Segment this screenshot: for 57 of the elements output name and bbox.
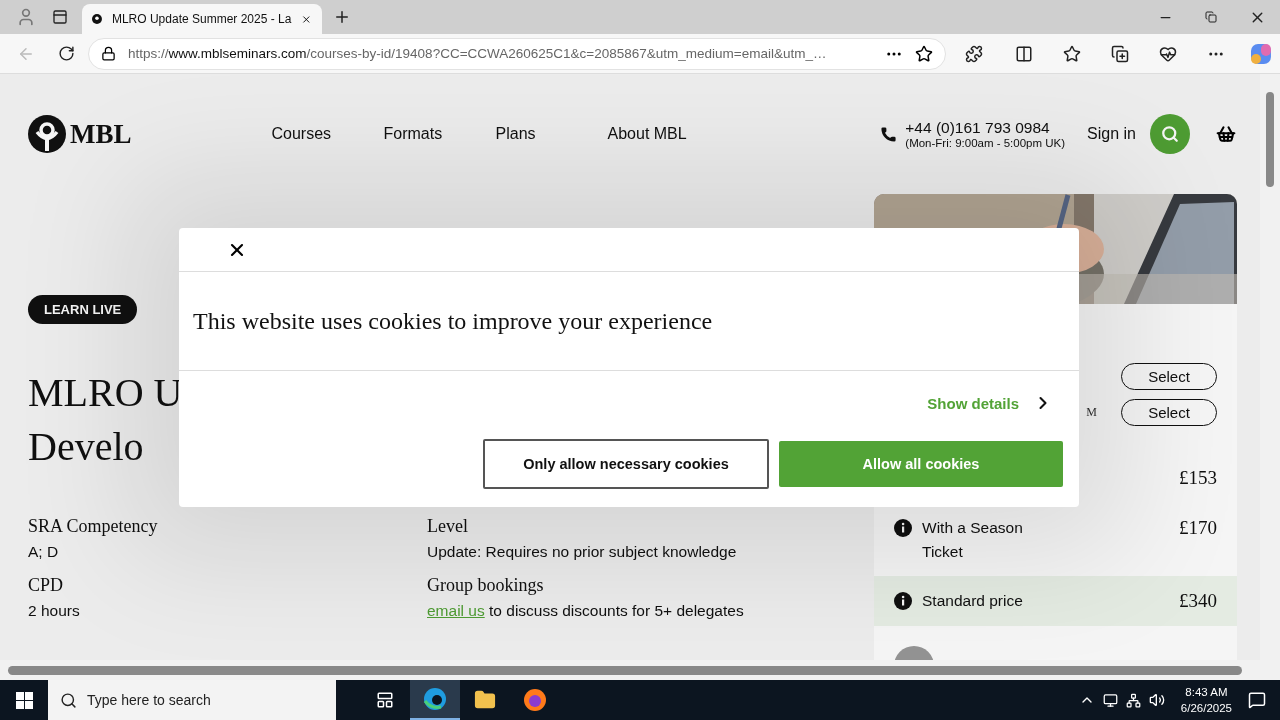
info-icon	[894, 519, 912, 537]
copilot-icon[interactable]	[1250, 42, 1272, 65]
detail-label: Group bookings	[427, 575, 545, 596]
search-button[interactable]	[1150, 114, 1190, 154]
network-icon[interactable]	[1125, 692, 1141, 708]
basket-icon[interactable]	[1216, 124, 1236, 144]
date-text: 6/26/2025	[1180, 701, 1232, 716]
detail-label: SRA Competency	[28, 516, 159, 537]
address-bar[interactable]: https://www.mblseminars.com/courses-by-id/19408?CC=CCWA260625C1&c=2085867&utm_medium=email&utm_…	[88, 37, 947, 70]
phone-number: +44 (0)161 793 0984	[905, 119, 1051, 137]
detail-label: Level	[427, 516, 469, 537]
nav-link[interactable]: Formats	[383, 125, 496, 143]
volume-icon[interactable]	[1148, 692, 1165, 708]
course-title: Develo	[28, 423, 144, 471]
price-value: £340	[1179, 589, 1217, 613]
detail-label: CPD	[28, 575, 64, 596]
price-value: £170	[1179, 516, 1217, 540]
search-icon	[60, 691, 77, 709]
course-title: MLRO U	[28, 369, 183, 417]
detail-value: A; D	[28, 543, 60, 561]
vertical-scrollbar[interactable]	[1260, 74, 1280, 660]
phone-icon	[880, 125, 898, 143]
search-icon	[1161, 125, 1179, 143]
select-button[interactable]: Select	[1121, 362, 1217, 390]
cookie-button[interactable]: Only allow necessary cookies	[483, 439, 769, 489]
clock[interactable]: 8:43 AM 6/26/2025	[1180, 684, 1232, 716]
mbl-logo-icon[interactable]	[28, 115, 66, 153]
select-button[interactable]: Select	[1121, 398, 1217, 426]
url-text: https://www.mblseminars.com/courses-by-id/19408?CC=CCWA260625C1&c=2085867&utm_medium=email&utm_…	[128, 46, 828, 61]
text-fragment: M	[1086, 404, 1097, 420]
price-label: Standard price	[922, 591, 1024, 611]
nav-link[interactable]: Plans	[495, 125, 608, 143]
site-logo-icon	[92, 12, 102, 26]
logo-text[interactable]: MBL	[70, 118, 132, 150]
nav-link[interactable]: About MBL	[607, 125, 720, 143]
learn-live-badge: LEARN LIVE	[28, 295, 138, 324]
search-placeholder: Type here to search	[87, 692, 211, 708]
taskbar-search[interactable]: Type here to search	[48, 680, 336, 720]
notifications-icon[interactable]	[1248, 691, 1266, 709]
horizontal-scrollbar[interactable]	[0, 660, 1280, 680]
browser-tab[interactable]: MLRO Update Summer 2025 - La	[82, 4, 322, 34]
tab-title: MLRO Update Summer 2025 - La	[111, 12, 292, 26]
dialog-title: This website uses cookies to improve your experience	[179, 272, 1079, 371]
device-icon[interactable]	[1102, 692, 1118, 708]
detail-value: email us to discuss discounts for 5+ delegates	[427, 602, 745, 620]
time-text: 8:43 AM	[1185, 685, 1228, 700]
edge-icon[interactable]	[410, 680, 460, 720]
detail-value: 2 hours	[28, 602, 81, 620]
price-value: £153	[1179, 466, 1217, 490]
opening-hours: (Mon-Fri: 9:00am - 5:00pm UK)	[905, 137, 1066, 149]
price-label: With a Season Ticket	[922, 518, 1024, 562]
info-icon	[894, 592, 912, 610]
sign-in-link[interactable]: Sign in	[1087, 125, 1136, 143]
detail-value: Update: Requires no prior subject knowledge	[427, 543, 738, 561]
favorite-star-icon[interactable]	[915, 44, 934, 63]
nav-link[interactable]: Courses	[271, 125, 384, 143]
lock-icon	[101, 46, 116, 61]
